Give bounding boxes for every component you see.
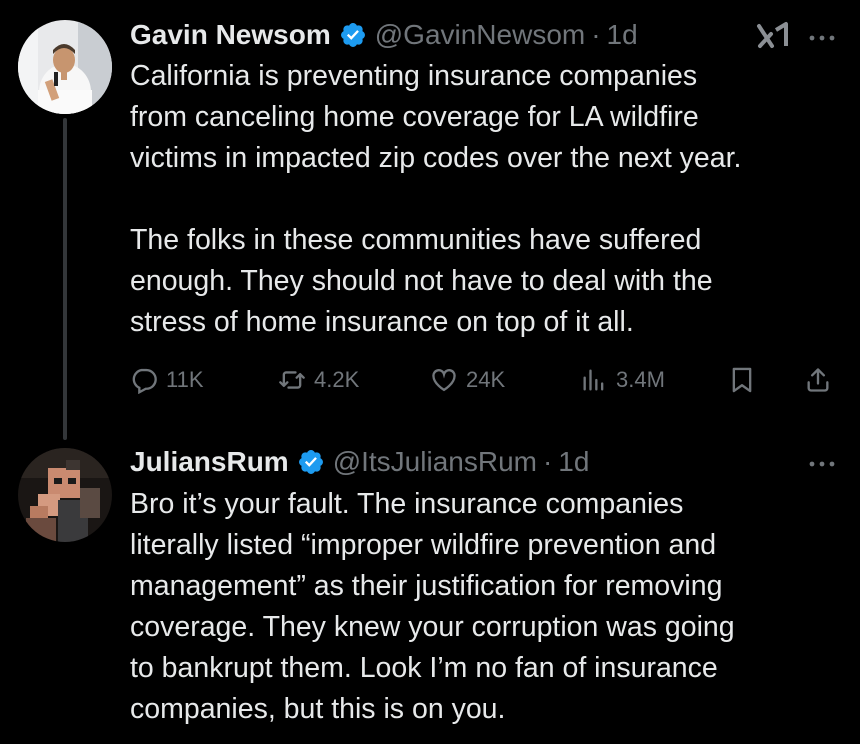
reply-icon bbox=[132, 368, 157, 394]
separator-dot: · bbox=[542, 446, 553, 477]
avatar-juliansrum[interactable] bbox=[18, 448, 112, 542]
repost-button[interactable]: 4.2K bbox=[278, 360, 359, 400]
author-handle[interactable]: @GavinNewsom bbox=[375, 19, 585, 51]
timestamp[interactable]: 1d bbox=[558, 446, 589, 478]
separator-dot: · bbox=[591, 19, 601, 50]
more-icon[interactable] bbox=[806, 448, 838, 480]
like-count: 24K bbox=[466, 367, 506, 392]
author-name[interactable]: Gavin Newsom bbox=[130, 19, 331, 51]
author-name[interactable]: JuliansRum bbox=[130, 446, 289, 478]
bookmark-button[interactable] bbox=[728, 360, 756, 400]
verified-badge-icon bbox=[340, 23, 365, 47]
repost-icon bbox=[279, 371, 305, 389]
tweet-newsom[interactable]: Gavin Newsom @GavinNewsom · 1d Californi… bbox=[0, 0, 860, 440]
author-handle[interactable]: @ItsJuliansRum bbox=[333, 446, 537, 478]
grok-icon[interactable] bbox=[756, 20, 790, 52]
like-icon bbox=[432, 369, 456, 392]
tweet-header: Gavin Newsom @GavinNewsom · 1d bbox=[130, 17, 638, 53]
views-icon bbox=[583, 369, 604, 391]
tweet-text: California is preventing insurance compa… bbox=[130, 60, 742, 338]
tweet-header: JuliansRum @ItsJuliansRum · 1d bbox=[130, 444, 589, 480]
repost-count: 4.2K bbox=[314, 367, 360, 392]
thread-line bbox=[63, 118, 67, 440]
avatar-newsom[interactable] bbox=[18, 20, 112, 114]
tweet-reply[interactable]: JuliansRum @ItsJuliansRum · 1d Bro it’s … bbox=[0, 440, 860, 744]
bookmark-icon bbox=[732, 367, 752, 393]
views-count: 3.4M bbox=[616, 367, 665, 392]
verified-badge-icon bbox=[298, 450, 323, 474]
share-icon bbox=[807, 368, 829, 392]
timestamp[interactable]: 1d bbox=[607, 19, 638, 51]
more-icon[interactable] bbox=[806, 22, 838, 54]
views-button[interactable]: 3.4M bbox=[580, 360, 665, 400]
reply-count: 11K bbox=[166, 367, 204, 392]
share-button[interactable] bbox=[804, 360, 832, 400]
tweet-text: Bro it’s your fault. The insurance compa… bbox=[130, 488, 735, 725]
reply-button[interactable]: 11K bbox=[130, 360, 204, 400]
like-button[interactable]: 24K bbox=[430, 360, 505, 400]
action-bar: 11K 4.2K 24K 3.4M bbox=[130, 360, 840, 400]
